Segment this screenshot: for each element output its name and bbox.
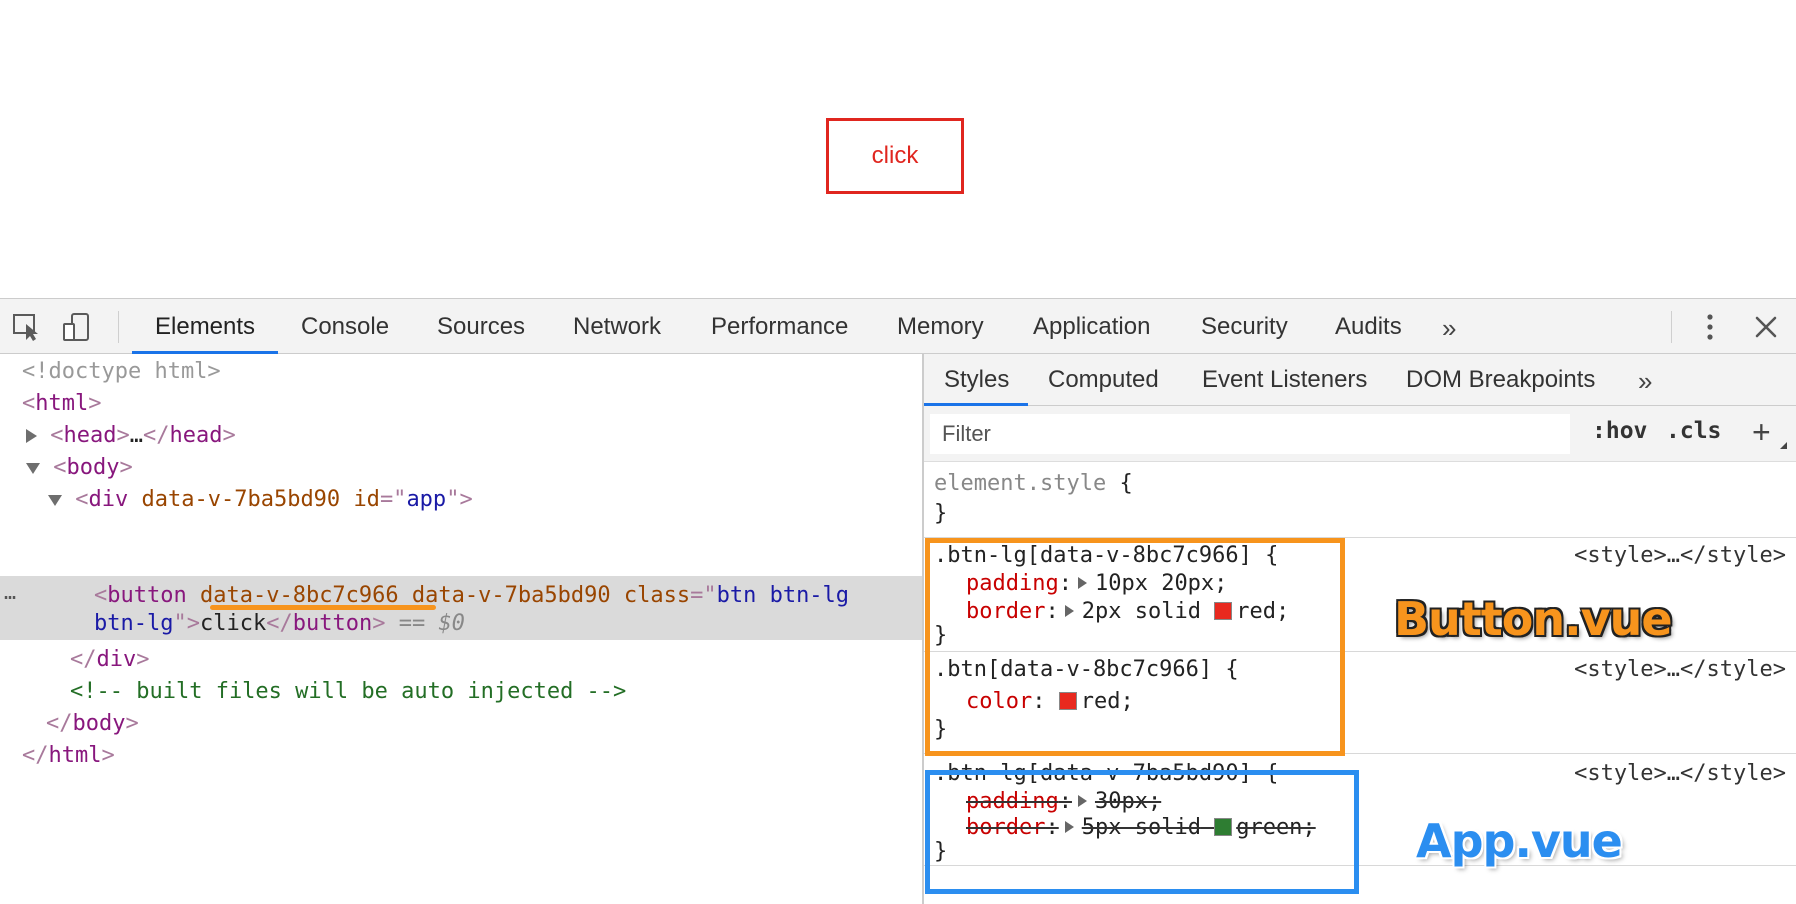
- dom-button-cont[interactable]: btn-lg">click</button> == $0: [94, 608, 465, 640]
- dom-head[interactable]: <head>…</head>: [26, 420, 236, 452]
- tab-elements[interactable]: Elements: [155, 299, 255, 354]
- punct: <: [94, 583, 108, 608]
- tab-security[interactable]: Security: [1201, 299, 1288, 354]
- rule-selector[interactable]: element.style {: [934, 470, 1133, 498]
- punct: >: [459, 487, 473, 512]
- punct: </: [142, 423, 170, 448]
- collapse-triangle-icon[interactable]: [48, 494, 62, 506]
- plus-icon[interactable]: +: [1752, 414, 1771, 451]
- click-button[interactable]: click: [826, 118, 964, 194]
- tab-network[interactable]: Network: [573, 299, 661, 354]
- tag-name: body: [66, 455, 120, 480]
- device-toolbar-icon[interactable]: [62, 312, 94, 342]
- dom-div-open[interactable]: <div data-v-7ba5bd90 id="app">: [48, 484, 473, 516]
- button-vue-label: Button.vue: [1394, 592, 1673, 646]
- node-text: click: [199, 611, 267, 636]
- elements-panel: … <!doctype html> <html> <head>…</head> …: [0, 354, 922, 904]
- hov-toggle-button[interactable]: :hov: [1592, 418, 1647, 444]
- tag-name: body: [72, 711, 126, 736]
- devtools-toolbar: Elements Console Sources Network Perform…: [0, 298, 1796, 354]
- node-actions-ellipsis[interactable]: …: [4, 580, 16, 604]
- punct: >: [119, 455, 133, 480]
- toolbar-separator: [1671, 311, 1672, 343]
- dom-comment[interactable]: <!-- built files will be auto injected -…: [70, 676, 626, 708]
- dom-doctype[interactable]: <!doctype html>: [22, 356, 221, 388]
- attr-name: class: [623, 583, 691, 608]
- punct: <: [75, 487, 89, 512]
- rule-source-link[interactable]: <style>…</style>: [1574, 542, 1786, 570]
- collapsed-ellipsis: …: [129, 423, 143, 448]
- double-chevron-right-icon[interactable]: »: [1442, 313, 1456, 344]
- attr-name: id: [353, 487, 380, 512]
- punct: <: [50, 423, 64, 448]
- tag-name: html: [48, 743, 102, 768]
- rule-source-link[interactable]: <style>…</style>: [1574, 760, 1786, 788]
- attribute-underline-annotation: [210, 605, 436, 610]
- tab-audits[interactable]: Audits: [1335, 299, 1402, 354]
- app-vue-label: App.vue: [1416, 814, 1623, 868]
- attr-value: btn btn-lg: [716, 583, 850, 608]
- tag-name: div: [88, 487, 129, 512]
- comment-text: <!-- built files will be auto injected -…: [70, 679, 627, 704]
- punct: <: [22, 391, 36, 416]
- kebab-menu-icon[interactable]: [1700, 311, 1720, 343]
- dom-html-open[interactable]: <html>: [22, 388, 101, 420]
- dom-body-open[interactable]: <body>: [26, 452, 133, 484]
- punct: >: [136, 647, 150, 672]
- expand-triangle-icon[interactable]: [26, 429, 37, 443]
- punct: >: [101, 743, 115, 768]
- tab-sources[interactable]: Sources: [437, 299, 525, 354]
- punct: >: [88, 391, 102, 416]
- selected-node-ref: == $0: [398, 611, 465, 636]
- tab-performance[interactable]: Performance: [711, 299, 848, 354]
- styles-filter-input[interactable]: [930, 414, 1570, 454]
- toolbar-separator: [118, 311, 119, 343]
- cls-toggle-button[interactable]: .cls: [1666, 418, 1721, 444]
- dom-html-close[interactable]: </html>: [22, 740, 115, 772]
- doctype-text: <!doctype html>: [22, 359, 221, 384]
- inspect-element-icon[interactable]: [12, 312, 44, 342]
- styles-tabbar: Styles Computed Event Listeners DOM Brea…: [924, 354, 1796, 406]
- button-vue-highlight-box: [925, 538, 1345, 756]
- punct: >: [372, 611, 386, 636]
- punct: >: [125, 711, 139, 736]
- attr-name: data-v-7ba5bd90: [411, 583, 611, 608]
- corner-triangle-icon: [1780, 442, 1787, 449]
- dom-body-close[interactable]: </body>: [46, 708, 139, 740]
- tab-computed[interactable]: Computed: [1048, 354, 1159, 406]
- double-chevron-right-icon[interactable]: »: [1638, 366, 1652, 397]
- attr-name: data-v-7ba5bd90: [141, 487, 341, 512]
- app-vue-highlight-box: [925, 770, 1359, 894]
- tag-name: head: [169, 423, 223, 448]
- tag-name: button: [107, 583, 187, 608]
- style-rule-element: element.style { }: [924, 462, 1796, 538]
- close-icon[interactable]: [1752, 313, 1780, 341]
- tag-name: button: [292, 611, 373, 636]
- attr-value: btn-lg: [94, 611, 174, 636]
- punct: >: [186, 611, 200, 636]
- punct: >: [116, 423, 130, 448]
- punct: >: [222, 423, 236, 448]
- tab-console[interactable]: Console: [301, 299, 389, 354]
- dom-div-close[interactable]: </div>: [70, 644, 150, 676]
- rule-source-link[interactable]: <style>…</style>: [1574, 656, 1786, 684]
- tab-memory[interactable]: Memory: [897, 299, 984, 354]
- tab-dom-breakpoints[interactable]: DOM Breakpoints: [1406, 354, 1595, 406]
- filter-bar: :hov .cls +: [924, 406, 1796, 462]
- tag-name: head: [63, 423, 117, 448]
- collapse-triangle-icon[interactable]: [26, 462, 40, 474]
- tag-name: html: [35, 391, 89, 416]
- page-viewport: click: [0, 0, 1796, 298]
- attr-value: app: [406, 487, 447, 512]
- rule-close-brace: }: [934, 501, 948, 526]
- tag-name: div: [96, 647, 137, 672]
- tab-styles[interactable]: Styles: [944, 354, 1009, 406]
- punct: <: [53, 455, 67, 480]
- tab-application[interactable]: Application: [1033, 299, 1150, 354]
- tab-event-listeners[interactable]: Event Listeners: [1202, 354, 1367, 406]
